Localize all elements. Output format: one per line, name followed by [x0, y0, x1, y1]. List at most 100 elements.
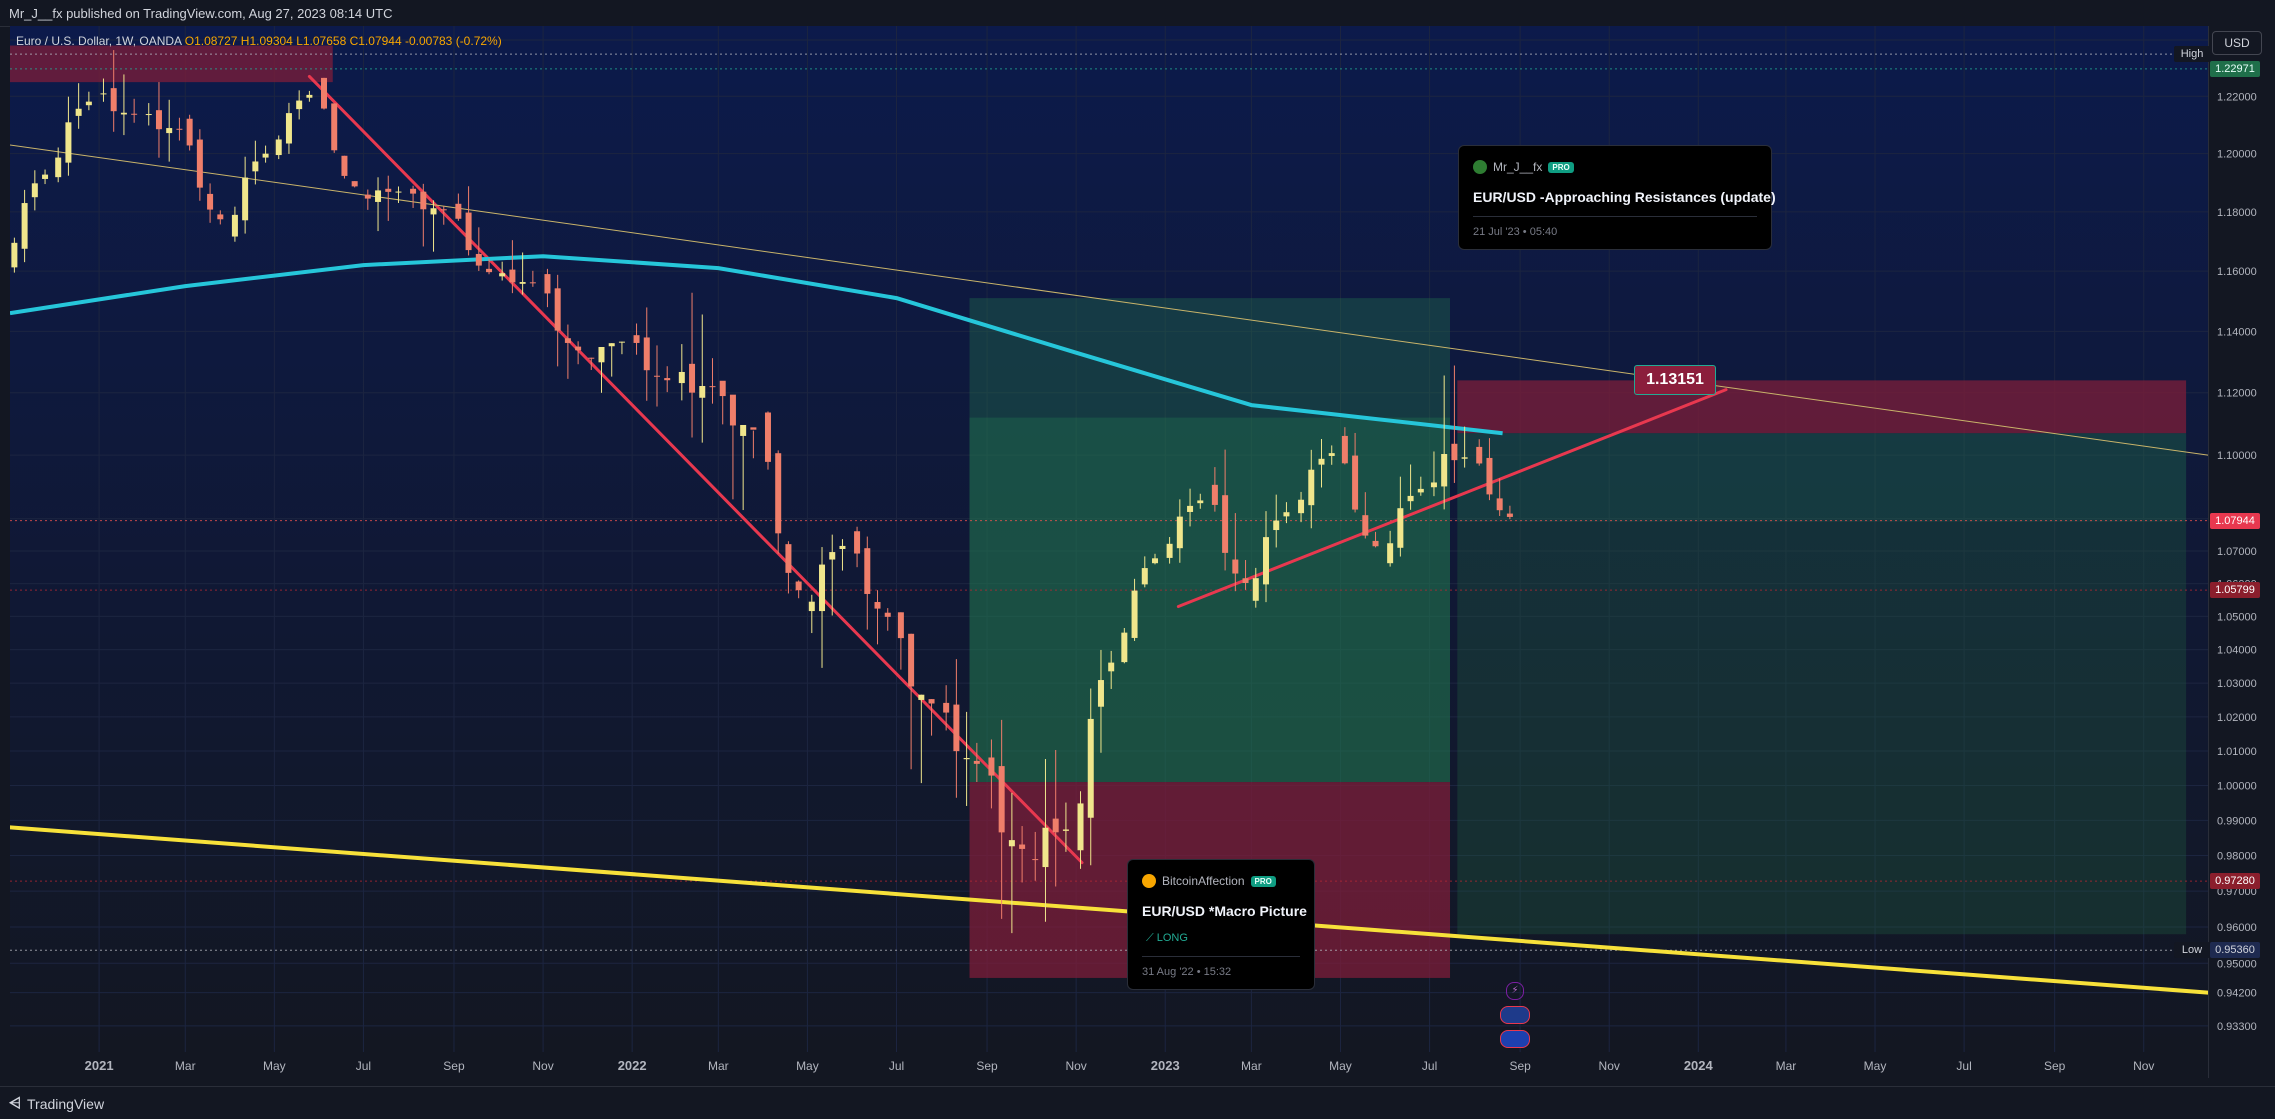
candle-body [196, 139, 203, 188]
candle-body [829, 552, 836, 560]
y-tick-label: 0.94200 [2217, 988, 2257, 1000]
idea-card-macro[interactable]: BitcoinAffection PRO EUR/USD *Macro Pict… [1127, 859, 1315, 990]
candle-body [375, 190, 382, 202]
candle-body [1506, 513, 1513, 517]
legend-high: H1.09304 [240, 34, 293, 48]
price-callout[interactable]: 1.13151 [1634, 365, 1716, 395]
zone-red [1457, 380, 2187, 434]
candle-body [1341, 435, 1348, 464]
us-flag-icon[interactable] [1500, 1006, 1530, 1024]
candle-body [618, 341, 625, 343]
eu-flag-icon[interactable] [1500, 1030, 1530, 1048]
x-tick-label: Mar [175, 1059, 196, 1073]
candle-body [1486, 457, 1493, 495]
candle-body [529, 282, 536, 284]
x-tick-label: Jul [1422, 1059, 1437, 1073]
candle-body [1032, 859, 1039, 861]
candle-body [678, 371, 685, 384]
idea-title[interactable]: EUR/USD *Macro Picture [1142, 903, 1307, 919]
candle-body [55, 157, 62, 178]
price-tag-red: 1.07944 [2210, 512, 2260, 529]
candle-body [186, 118, 193, 146]
candle-body [475, 253, 482, 266]
candle-body [85, 101, 92, 106]
candle-body [1283, 512, 1290, 517]
candle-body [100, 93, 107, 95]
idea-title[interactable]: EUR/USD -Approaching Resistances (update… [1473, 189, 1776, 205]
candle-body [608, 343, 615, 347]
x-tick-label: 2024 [1684, 1058, 1714, 1073]
candle-body [231, 214, 238, 237]
candle-body [554, 288, 561, 331]
y-tick-label: 1.03000 [2217, 678, 2257, 690]
top-bar: Mr_J__fx published on TradingView.com, A… [0, 0, 2275, 27]
candle-body [217, 214, 224, 220]
candle-body [296, 100, 303, 110]
candle-body [544, 274, 551, 294]
y-tick-label: 1.05000 [2217, 611, 2257, 623]
price-axis[interactable]: 1.240001.220001.200001.180001.160001.140… [2208, 26, 2275, 1078]
candle-body [588, 357, 595, 359]
candle-body [465, 212, 472, 251]
y-tick-label: 1.04000 [2217, 645, 2257, 657]
candle-body [808, 601, 815, 612]
idea-divider [1142, 956, 1300, 957]
y-tick-label: 1.10000 [2217, 450, 2257, 462]
x-tick-label: May [263, 1059, 286, 1073]
candle-body [1242, 578, 1249, 583]
lightning-icon[interactable]: ⚡ [1506, 982, 1524, 1000]
candle-body [1417, 488, 1424, 493]
candle-body [11, 242, 18, 268]
candle-body [110, 88, 117, 112]
candle-body [928, 699, 935, 704]
candle-body [351, 181, 358, 187]
candle-body [385, 188, 392, 192]
x-tick-label: Nov [1065, 1059, 1086, 1073]
x-tick-label: Jul [1956, 1059, 1971, 1073]
chart-plot[interactable]: 2021 Mar May Jul Sep Nov 2022 Mar May Jul Sep Nov 20… [10, 26, 2208, 1078]
candle-body [689, 363, 696, 393]
candle-body [1187, 505, 1194, 512]
candle-body [740, 424, 747, 436]
y-tick-label: 1.07000 [2217, 546, 2257, 558]
idea-card-resistances[interactable]: Mr_J__fx PRO EUR/USD -Approaching Resist… [1458, 145, 1776, 250]
candle-body [775, 453, 782, 534]
candle-body [884, 612, 891, 617]
candle-body [943, 702, 950, 713]
candle-body [1430, 482, 1437, 488]
candle-body [364, 194, 371, 199]
candle-body [31, 183, 38, 198]
candle-body [410, 188, 417, 194]
x-tick-label: Mar [708, 1059, 729, 1073]
y-tick-label: 0.98000 [2217, 851, 2257, 863]
candle-body [1197, 500, 1204, 504]
candle-body [750, 427, 757, 430]
candle-body [455, 203, 462, 219]
candle-body [42, 174, 49, 179]
y-tick-label: 0.95000 [2217, 958, 2257, 970]
candle-body [1461, 457, 1468, 459]
candle-body [1131, 590, 1138, 638]
candle-body [341, 155, 348, 176]
candle-body [420, 191, 427, 210]
candle-body [998, 766, 1005, 833]
candle-body [785, 544, 792, 573]
candle-body [1097, 680, 1104, 707]
x-tick-label: Mar [1776, 1059, 1797, 1073]
zone-green [1457, 433, 2187, 522]
legend-symbol: Euro / U.S. Dollar, 1W, OANDA [16, 34, 182, 48]
candle-body [440, 209, 447, 211]
candle-body [729, 394, 736, 426]
y-tick-label: 0.93300 [2217, 1021, 2257, 1033]
candle-body [1152, 558, 1159, 564]
currency-button[interactable]: USD [2212, 31, 2262, 55]
candle-body [1141, 568, 1148, 585]
tradingview-logo[interactable]: ⩤ TradingView [9, 1095, 104, 1112]
candle-body [131, 113, 138, 115]
candle-body [1362, 515, 1369, 536]
candle-body [176, 128, 183, 130]
y-tick-label: 1.18000 [2217, 207, 2257, 219]
candle-body [963, 757, 970, 760]
candle-body [321, 77, 327, 109]
candle-body [1407, 495, 1414, 502]
